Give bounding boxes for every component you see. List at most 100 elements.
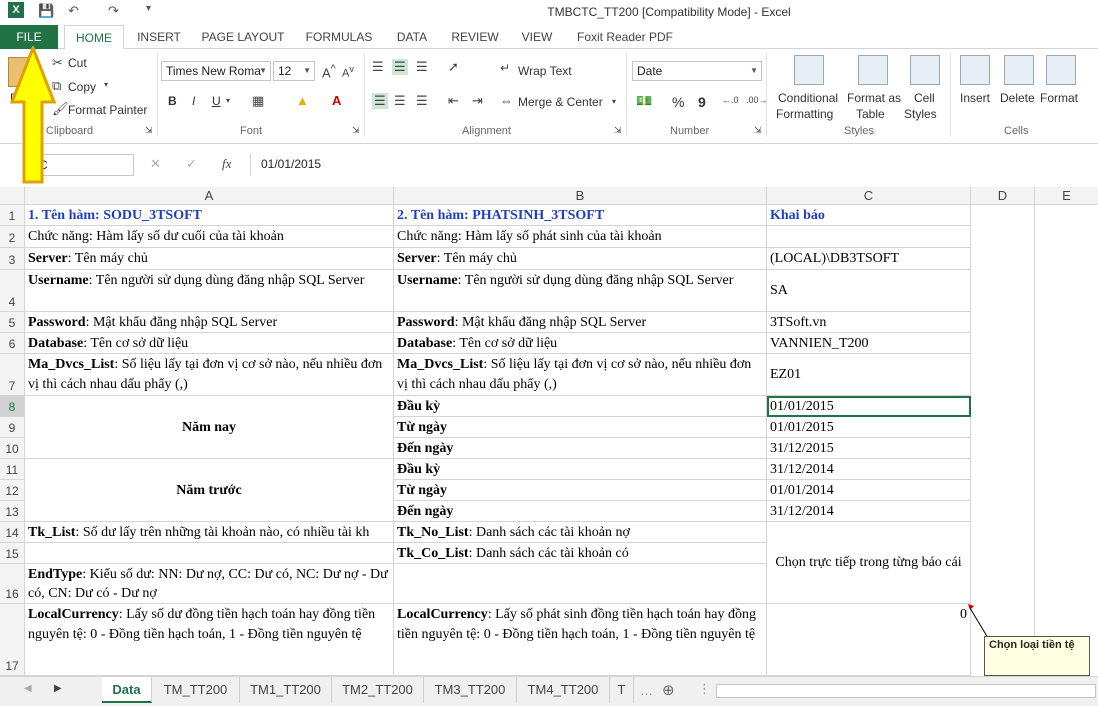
cell-b5[interactable]: Password: Mật khẩu đăng nhập SQL Server [394,312,767,333]
column-e-cells[interactable] [1035,205,1098,676]
enter-icon[interactable]: ✓ [186,156,197,172]
decrease-font-icon[interactable]: Av [342,64,354,80]
sheet-tab-tm1[interactable]: TM1_TT200 [240,677,332,703]
horizontal-scrollbar[interactable] [716,684,1096,698]
cell-b8[interactable]: Đầu kỳ [394,396,767,417]
conditional-formatting-button-line2[interactable]: Formatting [776,107,833,121]
tab-view[interactable]: VIEW [514,25,560,49]
insert-cells-button[interactable]: Insert [960,91,990,105]
tab-foxit-reader-pdf[interactable]: Foxit Reader PDF [570,25,680,49]
sheet-tab-data[interactable]: Data [102,677,152,703]
increase-decimal-icon[interactable]: ←.0 [722,95,739,105]
cell-c3[interactable]: (LOCAL)\DB3TSOFT [767,248,971,270]
col-header-a[interactable]: A [25,187,394,205]
conditional-formatting-button[interactable]: Conditional [778,91,838,105]
align-top-icon[interactable]: ☰ [372,59,384,75]
cell-a1[interactable]: 1. Tên hàm: SODU_3TSOFT [25,205,394,226]
cell-a15[interactable] [25,543,394,564]
row-header[interactable]: 16 [0,564,25,604]
row-header[interactable]: 9 [0,417,25,438]
cell-b11[interactable]: Đầu kỳ [394,459,767,480]
cell-b2[interactable]: Chức năng: Hàm lấy số phát sinh của tài … [394,226,767,248]
align-center-icon[interactable]: ☰ [394,93,406,109]
merge-dropdown-icon[interactable]: ▾ [612,97,616,106]
merge-center-button[interactable]: Merge & Center [518,95,603,109]
cell-c10[interactable]: 31/12/2015 [767,438,971,459]
col-header-b[interactable]: B [394,187,767,205]
cell-c6[interactable]: VANNIEN_T200 [767,333,971,354]
tab-page-layout[interactable]: PAGE LAYOUT [196,25,290,49]
copy-button[interactable]: Copy [68,80,96,94]
cell-c14-merged[interactable]: Chọn trực tiếp trong từng báo cái [767,522,971,604]
format-as-table-button[interactable]: Format as [847,91,901,105]
increase-font-icon[interactable]: A^ [322,63,336,80]
percent-button[interactable]: % [672,94,684,110]
row-header[interactable]: 12 [0,480,25,501]
cell-c17[interactable]: 0 [767,604,971,676]
cell-b16[interactable] [394,564,767,604]
cell-c13[interactable]: 31/12/2014 [767,501,971,522]
cancel-icon[interactable]: ✕ [150,156,161,172]
borders-icon[interactable]: ▦ [252,93,264,109]
cell-a6[interactable]: Database: Tên cơ sở dữ liệu [25,333,394,354]
cell-c2[interactable] [767,226,971,248]
cell-c1[interactable]: Khai báo [767,205,971,226]
cell-c4[interactable]: SA [767,270,971,312]
bold-button[interactable]: B [168,94,177,108]
select-all-corner[interactable] [0,187,25,205]
row-header[interactable]: 10 [0,438,25,459]
cell-c5[interactable]: 3TSoft.vn [767,312,971,333]
add-sheet-icon[interactable]: ⊕ [662,681,675,699]
font-color-icon[interactable]: A [332,93,341,108]
cell-a4[interactable]: Username: Tên người sử dụng dùng đăng nh… [25,270,394,312]
comment-note[interactable]: Chọn loại tiền tệ [984,636,1090,676]
tab-data[interactable]: DATA [388,25,436,49]
cell-b13[interactable]: Đến ngày [394,501,767,522]
cell-b17[interactable]: LocalCurrency: Lấy số phát sinh đồng tiề… [394,604,767,676]
cell-b14[interactable]: Tk_No_List: Danh sách các tài khoản nợ [394,522,767,543]
cell-c8-selected[interactable]: 01/01/2015 [767,396,971,417]
accounting-format-icon[interactable]: 💵 [636,93,652,109]
cut-button[interactable]: Cut [68,56,87,70]
cell-c12[interactable]: 01/01/2014 [767,480,971,501]
cell-b4[interactable]: Username: Tên người sử dụng dùng đăng nh… [394,270,767,312]
align-middle-icon[interactable]: ☰ [392,59,408,75]
format-painter-button[interactable]: Format Painter [68,103,147,117]
tab-home[interactable]: HOME [64,25,124,50]
more-sheets-icon[interactable]: … [640,683,653,698]
cell-a3[interactable]: Server: Tên máy chủ [25,248,394,270]
col-header-d[interactable]: D [971,187,1035,205]
col-header-e[interactable]: E [1035,187,1098,205]
fill-color-icon[interactable]: ▲ [296,93,309,108]
align-right-icon[interactable]: ☰ [416,93,428,109]
scroll-right-icon[interactable]: ▶ [54,683,62,694]
cell-a14[interactable]: Tk_List: Số dư lấy trên những tài khoản … [25,522,394,543]
cell-a2[interactable]: Chức năng: Hàm lấy số dư cuối của tài kh… [25,226,394,248]
sheet-tab-tm4[interactable]: TM4_TT200 [517,677,610,703]
row-header[interactable]: 5 [0,312,25,333]
cell-a17[interactable]: LocalCurrency: Lấy số dư đồng tiền hạch … [25,604,394,676]
clipboard-launcher-icon[interactable]: ⇲ [145,125,153,136]
cell-b12[interactable]: Từ ngày [394,480,767,501]
row-header[interactable]: 4 [0,270,25,312]
splitter-icon[interactable]: ⋮ [698,681,711,697]
row-header[interactable]: 3 [0,248,25,270]
cell-b7[interactable]: Ma_Dvcs_List: Số liệu lấy tại đơn vị cơ … [394,354,767,396]
increase-indent-icon[interactable]: ⇥ [472,93,483,109]
cell-b6[interactable]: Database: Tên cơ sở dữ liệu [394,333,767,354]
cell-c11[interactable]: 31/12/2014 [767,459,971,480]
cell-a11-merged[interactable]: Năm trước [25,459,394,522]
row-header[interactable]: 6 [0,333,25,354]
col-header-c[interactable]: C [767,187,971,205]
cell-styles-button[interactable]: Cell [914,91,935,105]
align-left-icon[interactable]: ☰ [372,93,388,109]
cell-a16[interactable]: EndType: Kiểu số dư: NN: Dư nợ, CC: Dư c… [25,564,394,604]
tab-review[interactable]: REVIEW [446,25,504,49]
row-header[interactable]: 14 [0,522,25,543]
row-header[interactable]: 11 [0,459,25,480]
row-header[interactable]: 8 [0,396,25,417]
decrease-indent-icon[interactable]: ⇤ [448,93,459,109]
cell-b9[interactable]: Từ ngày [394,417,767,438]
row-header[interactable]: 15 [0,543,25,564]
alignment-launcher-icon[interactable]: ⇲ [614,125,622,136]
